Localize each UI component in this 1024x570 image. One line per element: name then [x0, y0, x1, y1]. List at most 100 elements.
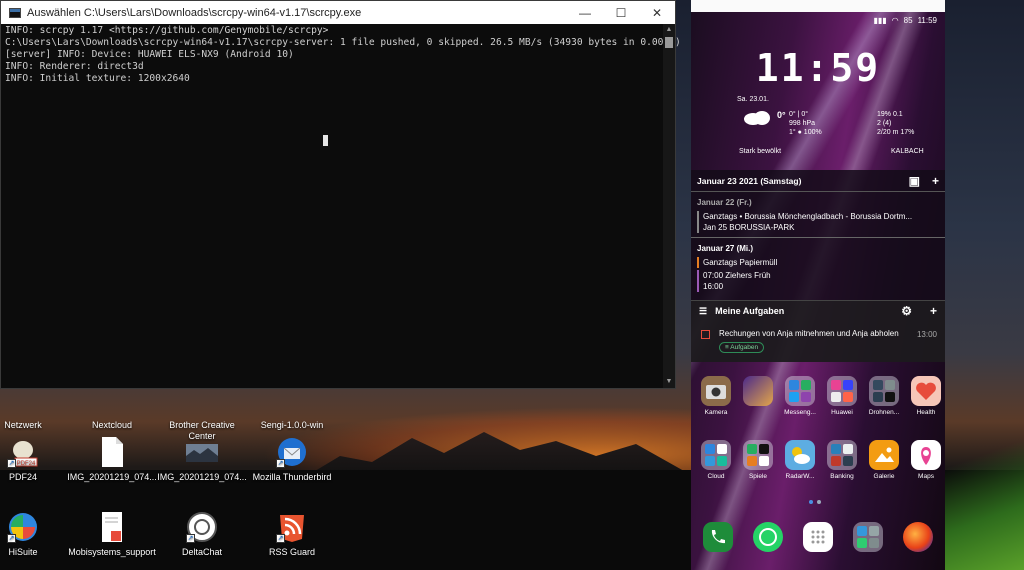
- desktop-icon-thunderbird[interactable]: ↗ Mozilla Thunderbird: [247, 436, 337, 483]
- app-kamera[interactable]: Kamera: [695, 376, 737, 416]
- folder-icon: [785, 376, 815, 406]
- console-titlebar[interactable]: Auswählen C:\Users\Lars\Downloads\scrcpy…: [1, 1, 675, 24]
- app-messenger-folder[interactable]: Messeng...: [779, 376, 821, 416]
- scroll-thumb[interactable]: [665, 37, 673, 48]
- desktop-icon-img1[interactable]: IMG_20201219_074...: [67, 436, 157, 483]
- weather-location: KALBACH: [891, 148, 924, 155]
- whatsapp-icon[interactable]: [753, 522, 783, 552]
- scroll-up-icon[interactable]: ▲: [663, 24, 675, 36]
- calendar-event-line: Jan 25 BORUSSIA-PARK: [703, 223, 795, 232]
- maximize-button[interactable]: ☐: [603, 1, 639, 24]
- minimize-button[interactable]: —: [567, 1, 603, 24]
- console-line: INFO: scrcpy 1.17 <https://github.com/Ge…: [5, 25, 329, 36]
- app-huawei-folder[interactable]: Huawei: [821, 376, 863, 416]
- console-line: INFO: Initial texture: 1200x2640: [5, 73, 190, 84]
- app-health[interactable]: Health: [905, 376, 945, 416]
- console-app-icon: [9, 7, 21, 18]
- folder-icon: [743, 440, 773, 470]
- weather-widget[interactable]: Sa. 23.01. 0° 0° | 0° 998 hPa 1° ● 100% …: [691, 92, 945, 164]
- desktop-icon-netzwerk[interactable]: Netzwerk: [0, 384, 68, 431]
- calendar-event[interactable]: Ganztags • Borussia Mönchengladbach - Bo…: [697, 211, 939, 233]
- console-scrollbar[interactable]: ▲ ▼: [663, 24, 675, 388]
- phone-mirror-window[interactable]: ▮▮▮ ◠ 85 11:59 11:59 Sa. 23.01. 0° 0° | …: [691, 0, 945, 570]
- calendar-widget[interactable]: Januar 23 2021 (Samstag) ▣ + Januar 22 (…: [691, 170, 945, 300]
- desktop-grass: [934, 440, 1024, 570]
- text-cursor: [323, 135, 328, 146]
- page-indicator: [809, 500, 821, 504]
- desktop-icon-brother[interactable]: Brother Creative Center: [157, 384, 247, 442]
- folder-icon: [701, 440, 731, 470]
- calendar-event-line: 16:00: [703, 282, 724, 291]
- svg-text:PDF24: PDF24: [17, 461, 36, 467]
- shortcut-arrow-icon: ↗: [7, 534, 16, 543]
- app-drohnen-folder[interactable]: Drohnen...: [863, 376, 905, 416]
- battery-icon: 85: [903, 16, 913, 25]
- folder-icon: [827, 440, 857, 470]
- task-checkbox[interactable]: [701, 330, 710, 339]
- calendar-event-line: 07:00 Ziehers Früh: [703, 271, 771, 280]
- shortcut-arrow-icon: ↗: [186, 534, 195, 543]
- desktop-icon-deltachat[interactable]: ↗ DeltaChat: [157, 511, 247, 558]
- calendar-day: Januar 27 (Mi.): [697, 244, 754, 253]
- console-window[interactable]: Auswählen C:\Users\Lars\Downloads\scrcpy…: [0, 0, 681, 389]
- document-icon: [96, 511, 128, 543]
- weather-range: 0° | 0°: [789, 111, 809, 118]
- camera-icon: [701, 376, 731, 406]
- app-maps[interactable]: Maps: [905, 440, 945, 480]
- app-drawer-icon[interactable]: [803, 522, 833, 552]
- image-thumbnail-icon: [186, 436, 218, 468]
- add-icon[interactable]: +: [932, 174, 939, 188]
- weather-date: Sa. 23.01.: [737, 96, 769, 103]
- shortcut-arrow-icon: ↗: [7, 459, 16, 468]
- app-cloud-folder[interactable]: Cloud: [695, 440, 737, 480]
- app-spiele-folder[interactable]: Spiele: [737, 440, 779, 480]
- tasks-header: ☰ Meine Aufgaben ⚙ +: [691, 301, 945, 321]
- wifi-icon: ◠: [891, 16, 899, 25]
- health-heart-icon: [911, 376, 941, 406]
- desktop-icon-rssguard[interactable]: ↗ RSS Guard: [247, 511, 337, 558]
- add-icon[interactable]: +: [930, 304, 937, 318]
- gallery-icon: [869, 440, 899, 470]
- gear-icon[interactable]: ⚙: [901, 304, 912, 318]
- calendar-icon[interactable]: ▣: [909, 174, 920, 188]
- task-item[interactable]: Rechungen von Anja mitnehmen und Anja ab…: [691, 321, 945, 353]
- weather-visibility: 2/20 m 17%: [877, 129, 915, 136]
- desktop-icon-nextcloud[interactable]: Nextcloud: [67, 384, 157, 431]
- phone-call-icon[interactable]: [703, 522, 733, 552]
- desktop-icon-img2[interactable]: IMG_20201219_074...: [157, 436, 247, 483]
- calendar-header-date: Januar 23 2021 (Samstag): [697, 175, 802, 186]
- cloud-icon: [744, 111, 770, 125]
- folder-icon: [827, 376, 857, 406]
- folder-icon[interactable]: [853, 522, 883, 552]
- desktop-icon-mobisystems[interactable]: Mobisystems_support: [67, 511, 157, 558]
- console-output[interactable]: INFO: scrcpy 1.17 <https://github.com/Ge…: [1, 24, 681, 388]
- weather-condition: Stark bewölkt: [739, 148, 782, 155]
- app-galerie[interactable]: Galerie: [863, 440, 905, 480]
- deltachat-icon: ↗: [186, 511, 218, 543]
- scroll-down-icon[interactable]: ▼: [663, 376, 675, 388]
- maps-pin-icon: [911, 440, 941, 470]
- rss-icon: ↗: [276, 511, 308, 543]
- status-time: 11:59: [917, 16, 937, 25]
- console-line: INFO: Renderer: direct3d: [5, 61, 144, 72]
- desktop-icon-pdf24[interactable]: PDF24 ↗ PDF24: [0, 436, 68, 483]
- firefox-icon[interactable]: [903, 522, 933, 552]
- app-banking-folder[interactable]: Banking: [821, 440, 863, 480]
- task-list-badge: ≡ Aufgaben: [719, 342, 765, 353]
- desktop-icon-hisuite[interactable]: ↗ HiSuite: [0, 511, 68, 558]
- home-clock[interactable]: 11:59: [691, 46, 945, 90]
- desktop-icon-sengi[interactable]: Sengi-1.0.0-win: [247, 384, 337, 431]
- menu-icon[interactable]: ☰: [699, 306, 707, 317]
- calendar-event[interactable]: Ganztags Papiermüll: [697, 257, 939, 268]
- app-radarweather[interactable]: RadarW...: [779, 440, 821, 480]
- phone-window-topbar: [691, 0, 945, 12]
- tasks-widget[interactable]: ☰ Meine Aufgaben ⚙ + Rechungen von Anja …: [691, 300, 945, 362]
- shortcut-arrow-icon: ↗: [276, 534, 285, 543]
- close-button[interactable]: ✕: [639, 1, 675, 24]
- tasks-title: Meine Aufgaben: [715, 306, 785, 316]
- calendar-header: Januar 23 2021 (Samstag) ▣ +: [691, 170, 945, 192]
- weather-wind: 1° ● 100%: [789, 129, 822, 136]
- app-folder[interactable]: [737, 376, 779, 409]
- thunderbird-icon: ↗: [276, 436, 308, 468]
- calendar-event[interactable]: 07:00 Ziehers Früh 16:00: [697, 270, 939, 292]
